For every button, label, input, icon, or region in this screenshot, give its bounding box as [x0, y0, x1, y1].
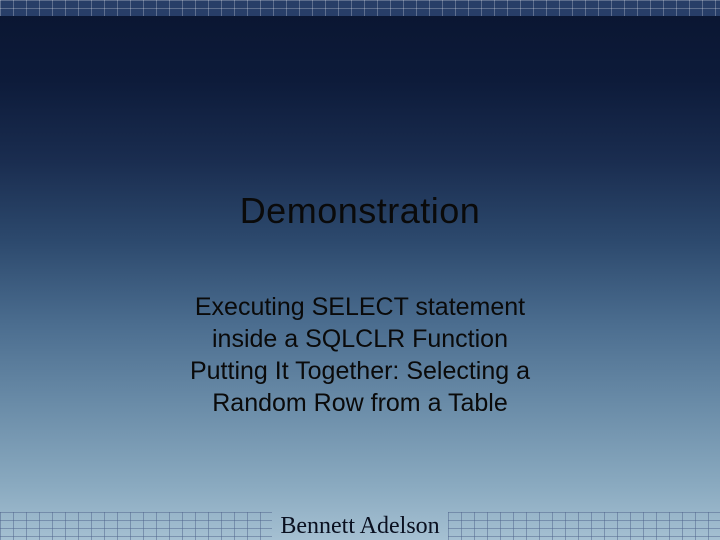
body-line: Random Row from a Table	[50, 388, 670, 418]
footer-author: Bennett Adelson	[272, 513, 447, 540]
slide-body: Executing SELECT statement inside a SQLC…	[50, 292, 670, 418]
body-line: inside a SQLCLR Function	[50, 324, 670, 354]
slide-title: Demonstration	[50, 190, 670, 232]
body-line: Executing SELECT statement	[50, 292, 670, 322]
bottom-grid-right	[448, 512, 720, 540]
bottom-grid-left	[0, 512, 272, 540]
slide-content: Demonstration Executing SELECT statement…	[0, 190, 720, 420]
body-line: Putting It Together: Selecting a	[50, 356, 670, 386]
bottom-bar: Bennett Adelson	[0, 512, 720, 540]
top-decorative-grid	[0, 0, 720, 16]
